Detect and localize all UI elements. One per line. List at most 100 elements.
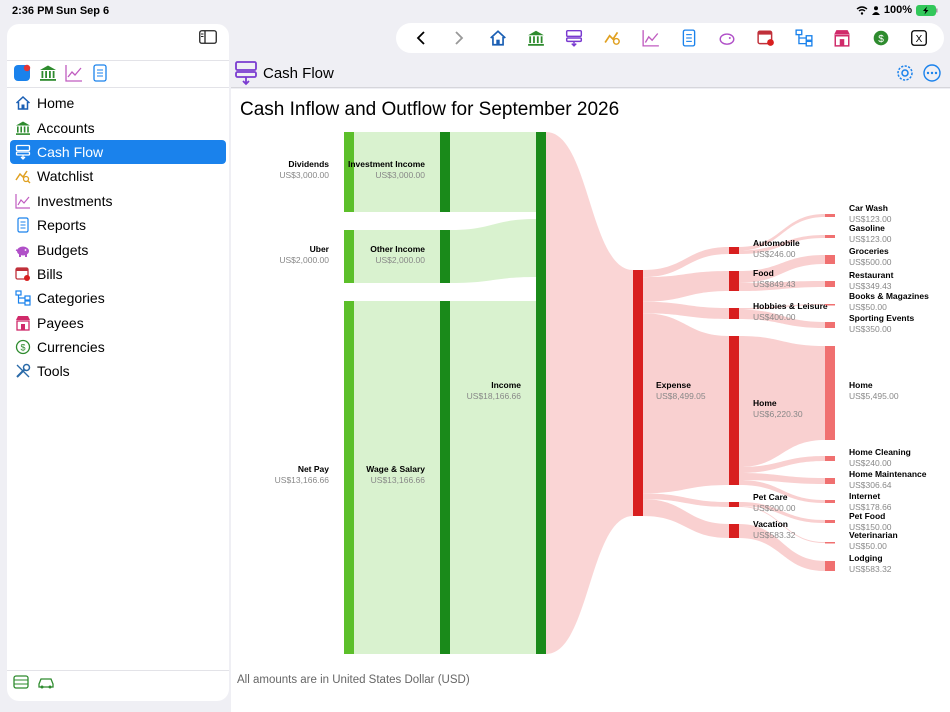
budgets-button[interactable] xyxy=(716,27,738,49)
node-amount-homemaint: US$306.64 xyxy=(849,480,892,490)
gear-icon[interactable] xyxy=(896,64,914,82)
investments-button[interactable] xyxy=(640,27,662,49)
car-icon[interactable] xyxy=(37,675,55,689)
node-bar-homemaint xyxy=(825,478,835,484)
accounts-button[interactable] xyxy=(525,27,547,49)
sidebar-item-reports[interactable]: Reports xyxy=(10,213,226,237)
node-label-food: Food xyxy=(753,268,774,278)
node-amount-restaurant: US$349.43 xyxy=(849,281,892,291)
sidebar-item-cash-flow[interactable]: Cash Flow xyxy=(10,139,226,165)
sidebar-item-label: Investments xyxy=(37,192,113,209)
bills-button[interactable] xyxy=(755,27,777,49)
sidebar-item-watchlist[interactable]: Watchlist xyxy=(10,164,226,188)
more-icon[interactable] xyxy=(923,64,941,82)
node-amount-books: US$50.00 xyxy=(849,302,887,312)
node-label-petcare: Pet Care xyxy=(753,492,788,502)
node-bar-wage xyxy=(440,301,450,654)
sidebar-item-bills[interactable]: Bills xyxy=(10,262,226,286)
sidebar-item-label: Categories xyxy=(37,290,105,307)
sidebar-item-label: Watchlist xyxy=(37,168,94,185)
flow-income-to-expense xyxy=(546,132,633,654)
node-label-petfood: Pet Food xyxy=(849,511,885,521)
bank-icon[interactable] xyxy=(39,64,57,82)
bill-icon xyxy=(14,265,31,282)
node-bar-vet xyxy=(825,542,835,544)
cashflow-icon xyxy=(566,29,583,47)
node-label-hobbies: Hobbies & Leisure xyxy=(753,301,828,311)
sidebar-item-payees[interactable]: Payees xyxy=(10,311,226,335)
sidebar-item-accounts[interactable]: Accounts xyxy=(10,115,226,139)
close-button[interactable]: X xyxy=(908,27,930,49)
categories-button[interactable] xyxy=(793,27,815,49)
database-icon[interactable] xyxy=(13,675,29,689)
node-amount-other_income: US$2,000.00 xyxy=(375,255,425,265)
bank-icon xyxy=(528,30,544,46)
node-amount-dividends: US$3,000.00 xyxy=(279,170,329,180)
sidebar-item-label: Payees xyxy=(37,314,84,331)
node-bar-petfood xyxy=(825,520,835,523)
node-label-income: Income xyxy=(491,380,521,390)
node-label-vet: Veterinarian xyxy=(849,530,898,540)
flow-home_cat-to-home_leaf xyxy=(739,336,825,467)
sidebar-item-budgets[interactable]: Budgets xyxy=(10,237,226,261)
sidebar-nav: Home Accounts Cash Flow Watchlist Invest… xyxy=(10,91,226,384)
node-label-uber: Uber xyxy=(310,244,330,254)
reports-button[interactable] xyxy=(678,27,700,49)
app-icon[interactable] xyxy=(13,64,31,82)
currencies-button[interactable]: $ xyxy=(870,27,892,49)
svg-text:$: $ xyxy=(20,343,25,353)
node-bar-uber xyxy=(344,230,354,283)
node-amount-vacation: US$583.32 xyxy=(753,530,796,540)
status-indicators: 100% xyxy=(856,4,938,16)
status-date: Sun Sep 6 xyxy=(56,5,110,17)
cashflow-button[interactable] xyxy=(563,27,585,49)
sidebar-item-tools[interactable]: Tools xyxy=(10,359,226,383)
watchlist-button[interactable] xyxy=(602,27,624,49)
page-header: Cash Flow xyxy=(231,58,950,88)
node-amount-lodging: US$583.32 xyxy=(849,564,892,574)
sidebar-item-categories[interactable]: Categories xyxy=(10,286,226,310)
node-label-sporting: Sporting Events xyxy=(849,313,914,323)
node-label-other_income: Other Income xyxy=(370,244,425,254)
sidebar-toggle-icon[interactable] xyxy=(199,30,217,44)
chart-icon[interactable] xyxy=(65,64,83,82)
currency-icon: $ xyxy=(14,339,31,356)
watchlist-icon xyxy=(603,31,620,45)
sidebar-item-investments[interactable]: Investments xyxy=(10,189,226,213)
forward-button[interactable] xyxy=(448,27,470,49)
person-icon xyxy=(871,5,880,15)
report-footnote: All amounts are in United States Dollar … xyxy=(237,674,470,686)
cashflow-icon xyxy=(14,143,31,160)
category-icon xyxy=(14,290,31,307)
watchlist-icon xyxy=(14,168,31,185)
report-icon[interactable] xyxy=(91,64,109,82)
house-icon xyxy=(489,30,506,46)
back-button[interactable] xyxy=(410,27,432,49)
sidebar-item-currencies[interactable]: $ Currencies xyxy=(10,335,226,359)
node-label-gasoline: Gasoline xyxy=(849,223,885,233)
sidebar-item-label: Home xyxy=(37,95,75,112)
node-label-vacation: Vacation xyxy=(753,519,788,529)
node-label-wage: Wage & Salary xyxy=(366,464,425,474)
sidebar-item-home[interactable]: Home xyxy=(10,91,226,115)
divider xyxy=(7,87,229,88)
payees-button[interactable] xyxy=(831,27,853,49)
cashflow-icon xyxy=(235,61,257,86)
node-bar-homecleaning xyxy=(825,456,835,461)
sidebar-item-label: Tools xyxy=(37,363,70,380)
node-amount-groceries: US$500.00 xyxy=(849,257,892,267)
piggy-bank-icon xyxy=(14,241,31,258)
investment-icon xyxy=(14,192,31,209)
node-bar-inv_income xyxy=(440,132,450,212)
bank-icon xyxy=(14,119,31,136)
node-amount-petcare: US$200.00 xyxy=(753,503,796,513)
home-button[interactable] xyxy=(487,27,509,49)
close-label: X xyxy=(915,34,922,45)
node-bar-vacation xyxy=(729,524,739,538)
flow-inv_income-to-income xyxy=(450,132,536,212)
forward-icon xyxy=(455,31,464,45)
node-bar-automobile xyxy=(729,247,739,254)
node-amount-sporting: US$350.00 xyxy=(849,324,892,334)
report-icon xyxy=(14,217,31,234)
sidebar-item-label: Currencies xyxy=(37,339,105,356)
